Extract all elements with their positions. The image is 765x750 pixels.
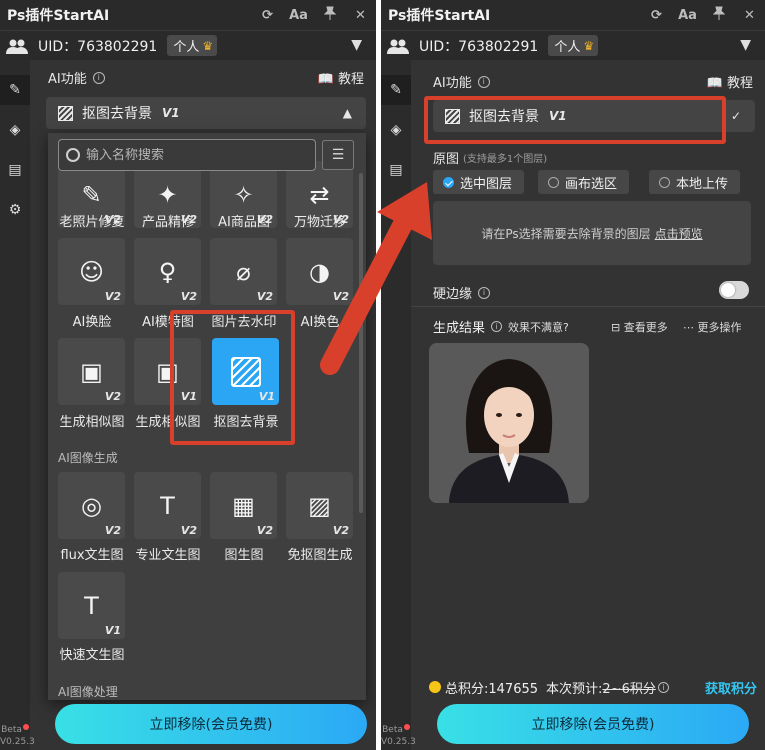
search-box-overlay[interactable] bbox=[58, 139, 316, 171]
pointer-arrow bbox=[320, 182, 432, 375]
search-icon bbox=[66, 148, 80, 162]
list-view-icon[interactable]: ☰ bbox=[322, 140, 354, 170]
search-input[interactable] bbox=[86, 147, 306, 163]
